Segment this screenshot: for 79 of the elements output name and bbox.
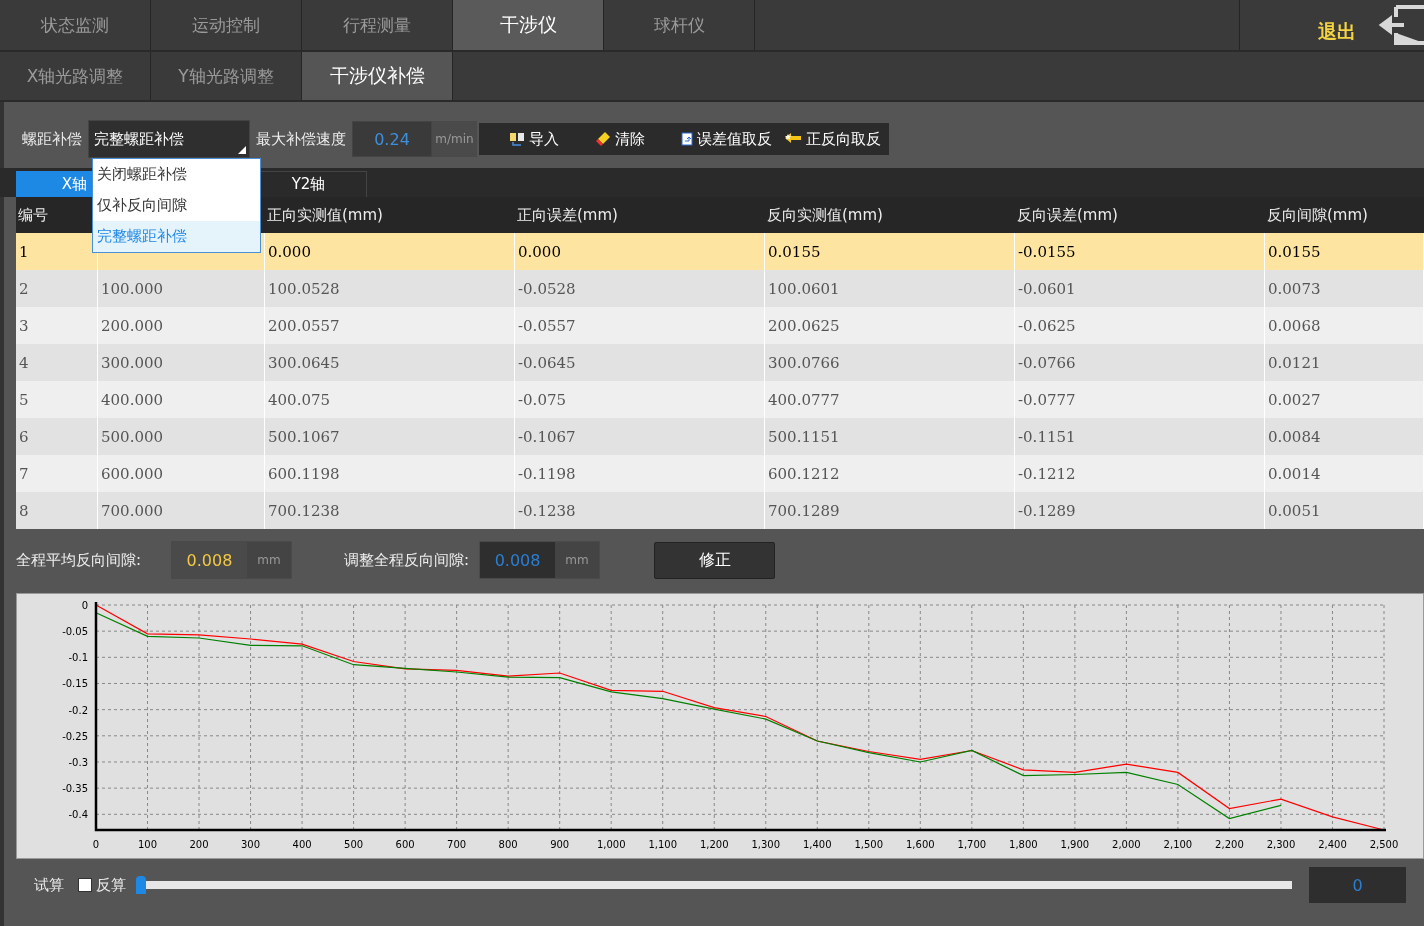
y-tick-label: -0.25 (62, 730, 88, 742)
x-tick-label: 1,600 (906, 839, 935, 850)
toolbar-button[interactable]: 导入 (509, 123, 559, 155)
speed-unit: m/min (432, 121, 477, 157)
table-row[interactable]: 7 600.000 600.1198 -0.1198 600.1212 -0.1212 0.0014 (16, 455, 1424, 492)
table-cell: 700.1289 (765, 492, 1015, 529)
pitch-dropdown[interactable]: 完整螺距补偿 (88, 120, 250, 158)
y-tick-label: -0.35 (62, 783, 88, 795)
trial-value-field: 0 (1309, 867, 1406, 903)
main-tab[interactable]: 干涉仪 (453, 0, 604, 50)
arrow-star-icon (784, 132, 802, 146)
table-row[interactable]: 6 500.000 500.1067 -0.1067 500.1151 -0.1151 0.0084 (16, 418, 1424, 455)
x-tick-label: 1,300 (751, 839, 781, 850)
column-header: 反向间隙(mm) (1266, 204, 1369, 226)
x-tick-label: 1,400 (802, 839, 832, 850)
exit-button[interactable]: 退出 (1318, 19, 1356, 45)
documents-icon (509, 132, 525, 146)
x-tick-label: 600 (395, 839, 415, 850)
y-tick-label: 0 (81, 600, 88, 611)
x-tick-label: 2,400 (1318, 839, 1347, 850)
x-tick-label: 900 (550, 839, 570, 850)
x-tick-label: 2,100 (1163, 839, 1193, 850)
y-tick-label: -0.15 (62, 678, 88, 690)
table-cell: 700.000 (98, 492, 265, 529)
x-tick-label: 200 (189, 839, 209, 850)
table-row[interactable]: 4 300.000 300.0645 -0.0645 300.0766 -0.0766 0.0121 (16, 344, 1424, 381)
table-cell: -0.1289 (1015, 492, 1265, 529)
speed-label: 最大补偿速度 (256, 129, 346, 149)
x-tick-label: 500 (344, 839, 364, 850)
table-cell: 700.1238 (265, 492, 515, 529)
average-backlash-label: 全程平均反向间隙: (16, 550, 143, 570)
table-row[interactable]: 3 200.000 200.0557 -0.0557 200.0625 -0.0625 0.0068 (16, 307, 1424, 344)
exit-icon[interactable] (1378, 3, 1424, 47)
x-tick-label: 800 (498, 839, 518, 850)
x-tick-label: 1,100 (648, 839, 678, 850)
x-tick-label: 400 (292, 839, 312, 850)
y-tick-label: -0.05 (62, 626, 88, 638)
y-tick-label: -0.3 (68, 757, 88, 768)
y-tick-label: -0.2 (68, 704, 88, 716)
x-tick-label: 1,500 (854, 839, 884, 850)
pitch-label: 螺距补偿 (22, 129, 82, 149)
column-header: 反向实测值(mm) (766, 204, 884, 226)
column-header: 编号 (17, 204, 49, 226)
x-tick-label: 2,500 (1369, 839, 1399, 850)
table-row[interactable]: 5 400.000 400.075 -0.075 400.0777 -0.0777 0.0027 (16, 381, 1424, 418)
reverse-label: 反算 (96, 875, 126, 895)
toolbar-button[interactable]: 清除 (595, 123, 645, 155)
column-header: 正向误差(mm) (516, 204, 619, 226)
column-header: 反向误差(mm) (1016, 204, 1119, 226)
x-tick-label: 300 (241, 839, 261, 850)
apply-button[interactable]: 修正 (654, 541, 776, 579)
table-cell: 8 (16, 492, 98, 529)
toolbar-button[interactable]: 正反向取反 (784, 123, 881, 155)
trial-label: 试算 (34, 875, 64, 895)
x-tick-label: 2,000 (1112, 839, 1141, 850)
table-cell: 0.0051 (1265, 492, 1424, 529)
x-tick-label: 0 (92, 839, 100, 850)
sub-tab[interactable]: 干涉仪补偿 (302, 52, 453, 100)
x-tick-label: 1,200 (699, 839, 729, 850)
adjust-backlash-label: 调整全程反向间隙: (344, 550, 470, 570)
table-cell: -0.1238 (515, 492, 765, 529)
x-tick-label: 2,200 (1215, 839, 1244, 850)
x-tick-label: 1,700 (957, 839, 987, 850)
eraser-icon (595, 131, 611, 147)
table-row[interactable]: 8 700.000 700.1238 -0.1238 700.1289 -0.1289 0.0051 (16, 492, 1424, 529)
y-tick-label: -0.4 (68, 809, 88, 821)
x-tick-label: 1,000 (596, 839, 626, 850)
corner-icon (238, 146, 246, 154)
table-row[interactable]: 2 100.000 100.0528 -0.0528 100.0601 -0.0601 0.0073 (16, 270, 1424, 307)
x-tick-label: 700 (447, 839, 467, 850)
y-tick-label: -0.1 (68, 652, 88, 664)
x-tick-label: 2,300 (1266, 839, 1296, 850)
x-tick-label: 1,800 (1009, 839, 1038, 850)
toolbar-button[interactable]: 误差值取反 (681, 123, 772, 155)
x-tick-label: 1,900 (1060, 839, 1090, 850)
column-header: 正向实测值(mm) (266, 204, 384, 226)
slider-thumb[interactable] (136, 876, 146, 894)
x-tick-label: 100 (137, 839, 158, 850)
reverse-checkbox[interactable] (78, 878, 92, 892)
